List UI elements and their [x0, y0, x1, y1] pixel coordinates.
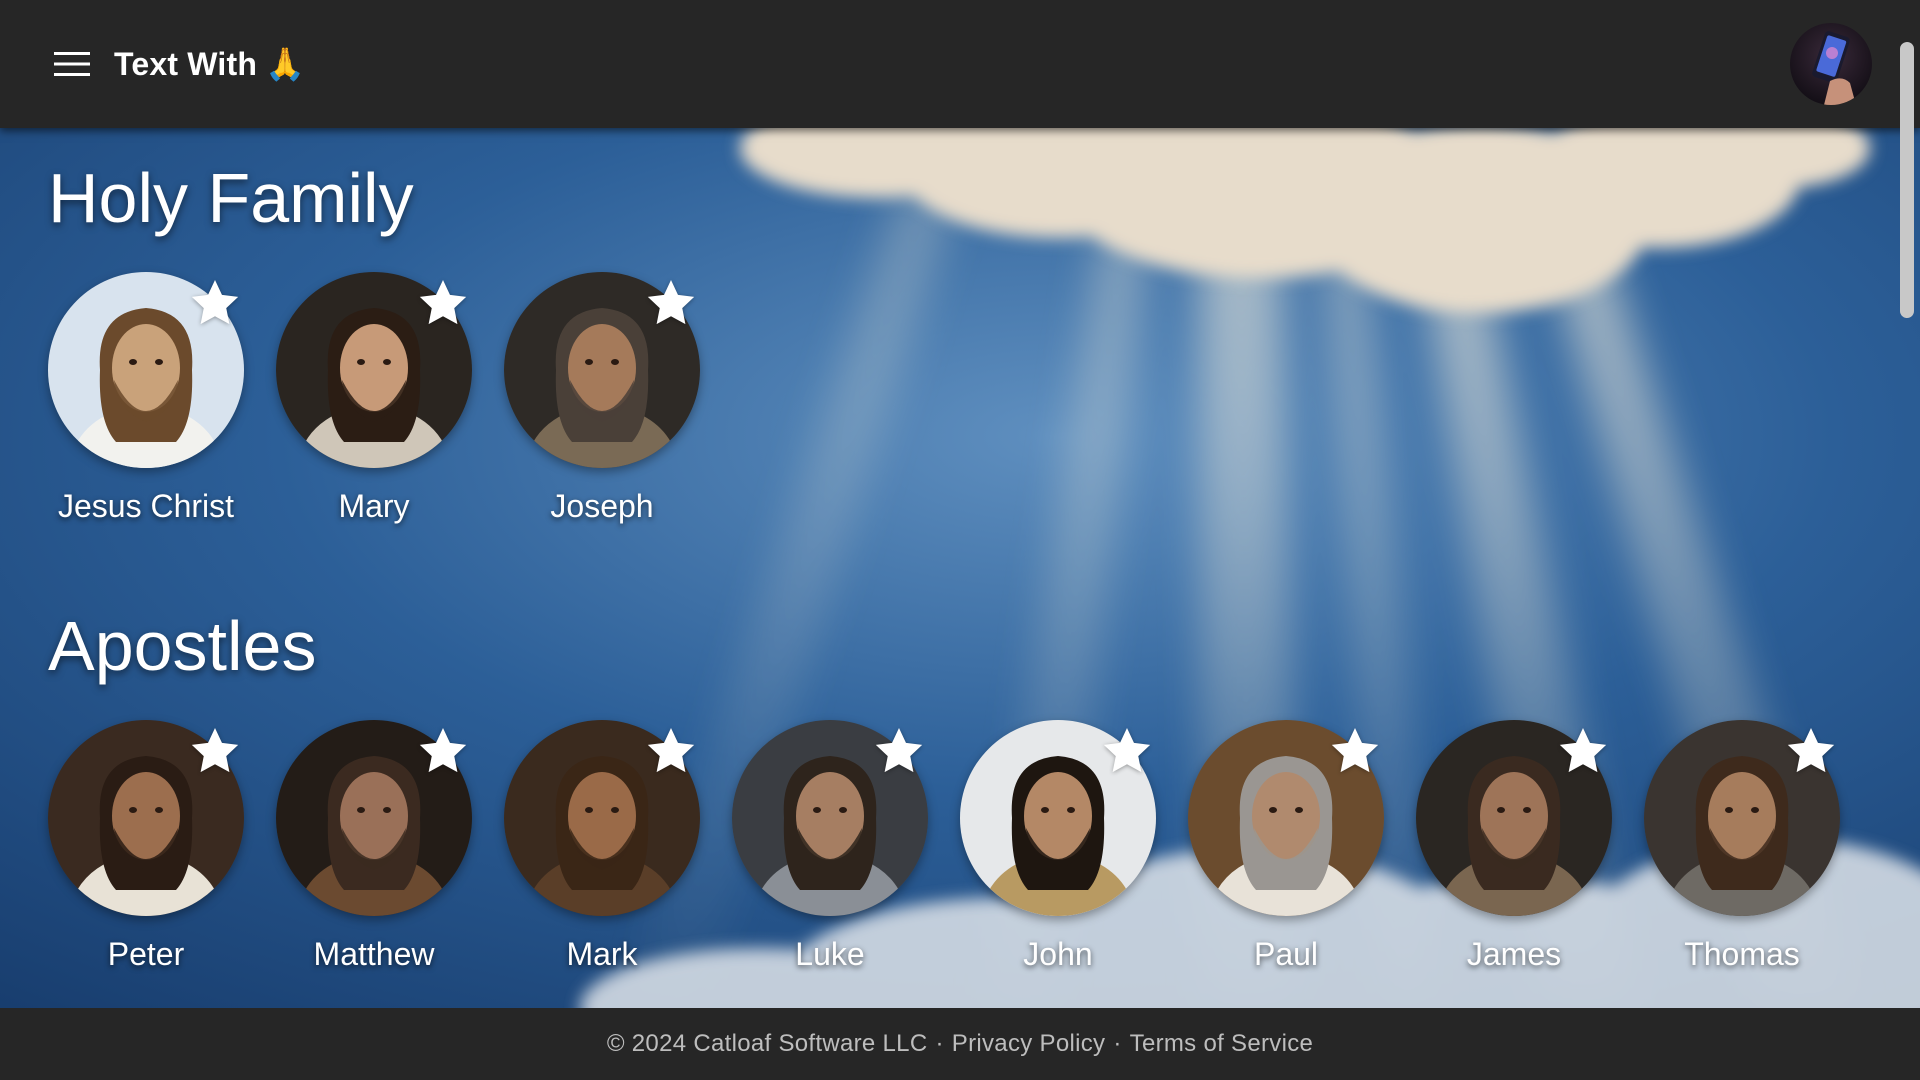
favorite-star-icon[interactable]: [416, 276, 470, 330]
character-name: Jesus Christ: [57, 488, 235, 524]
star-shape: [1331, 728, 1379, 773]
character-name: John: [1023, 936, 1093, 972]
character-card-joseph[interactable]: Joseph: [504, 272, 700, 525]
footer-separator: ·: [1113, 1030, 1122, 1057]
hamburger-menu-icon: [54, 52, 90, 76]
character-card-jesus-christ[interactable]: Jesus Christ: [48, 272, 244, 525]
footer: © 2024 Catloaf Software LLC · Privacy Po…: [0, 1008, 1920, 1080]
portrait-container: [1644, 720, 1840, 916]
star-shape: [875, 728, 923, 773]
favorite-star-icon[interactable]: [1556, 724, 1610, 778]
sky-background: Holy Family Jesus Christ Mary Joseph Apost…: [0, 128, 1920, 1008]
section-title-holy-family: Holy Family: [48, 159, 414, 237]
app-root: Holy Family Jesus Christ Mary Joseph Apost…: [0, 0, 1920, 1080]
character-card-paul[interactable]: Paul: [1188, 720, 1384, 973]
favorite-star-icon[interactable]: [644, 724, 698, 778]
star-shape: [1787, 728, 1835, 773]
menu-button[interactable]: [52, 44, 92, 84]
character-name: Peter: [107, 936, 185, 972]
character-card-john[interactable]: John: [960, 720, 1156, 973]
character-list: Holy Family Jesus Christ Mary Joseph Apost…: [0, 128, 1920, 1008]
favorite-star-icon[interactable]: [188, 276, 242, 330]
character-card-mary[interactable]: Mary: [276, 272, 472, 525]
character-name: Mark: [566, 936, 638, 972]
portrait-container: [960, 720, 1156, 916]
character-name: Joseph: [550, 488, 654, 524]
star-shape: [1103, 728, 1151, 773]
privacy-policy-link[interactable]: Privacy Policy: [952, 1030, 1106, 1058]
character-name: Mary: [338, 488, 410, 524]
section-title-apostles: Apostles: [48, 607, 317, 685]
star-shape: [191, 728, 239, 773]
copyright-text: © 2024 Catloaf Software LLC: [606, 1030, 928, 1057]
terms-of-service-link[interactable]: Terms of Service: [1130, 1030, 1314, 1058]
holy-family-row: Jesus Christ Mary Joseph: [48, 272, 700, 525]
portrait-container: [504, 720, 700, 916]
portrait-container: [276, 272, 472, 468]
vertical-scrollbar[interactable]: [1890, 0, 1920, 1008]
star-shape: [419, 728, 467, 773]
star-shape: [191, 280, 239, 325]
portrait-container: [1188, 720, 1384, 916]
favorite-star-icon[interactable]: [1328, 724, 1382, 778]
portrait-container: [732, 720, 928, 916]
character-name: Luke: [795, 936, 865, 972]
favorite-star-icon[interactable]: [872, 724, 926, 778]
character-name: Thomas: [1684, 936, 1800, 972]
app-title-text: Text With: [114, 45, 258, 82]
favorite-star-icon[interactable]: [188, 724, 242, 778]
character-name: James: [1466, 936, 1562, 972]
star-shape: [647, 280, 695, 325]
favorite-star-icon[interactable]: [1100, 724, 1154, 778]
portrait-container: [504, 272, 700, 468]
character-card-mark[interactable]: Mark: [504, 720, 700, 973]
favorite-star-icon[interactable]: [644, 276, 698, 330]
star-shape: [419, 280, 467, 325]
avatar-image: [1790, 23, 1872, 105]
character-name: Matthew: [313, 936, 435, 972]
user-avatar[interactable]: [1790, 23, 1872, 105]
scrollbar-thumb[interactable]: [1900, 42, 1914, 318]
app-title: Text With 🙏: [114, 45, 305, 83]
star-shape: [1559, 728, 1607, 773]
portrait-container: [276, 720, 472, 916]
favorite-star-icon[interactable]: [416, 724, 470, 778]
top-app-bar: Text With 🙏: [0, 0, 1920, 128]
character-card-peter[interactable]: Peter: [48, 720, 244, 973]
footer-separator: ·: [935, 1030, 944, 1057]
character-card-luke[interactable]: Luke: [732, 720, 928, 973]
character-card-thomas[interactable]: Thomas: [1644, 720, 1840, 973]
apostles-row: Peter Matthew Mark Luke John Paul James Thomas: [48, 720, 1840, 973]
character-card-matthew[interactable]: Matthew: [276, 720, 472, 973]
portrait-container: [48, 720, 244, 916]
praying-hands-icon: 🙏: [265, 46, 306, 82]
character-card-james[interactable]: James: [1416, 720, 1612, 973]
character-name: Paul: [1253, 936, 1319, 972]
portrait-container: [48, 272, 244, 468]
portrait-container: [1416, 720, 1612, 916]
favorite-star-icon[interactable]: [1784, 724, 1838, 778]
star-shape: [647, 728, 695, 773]
